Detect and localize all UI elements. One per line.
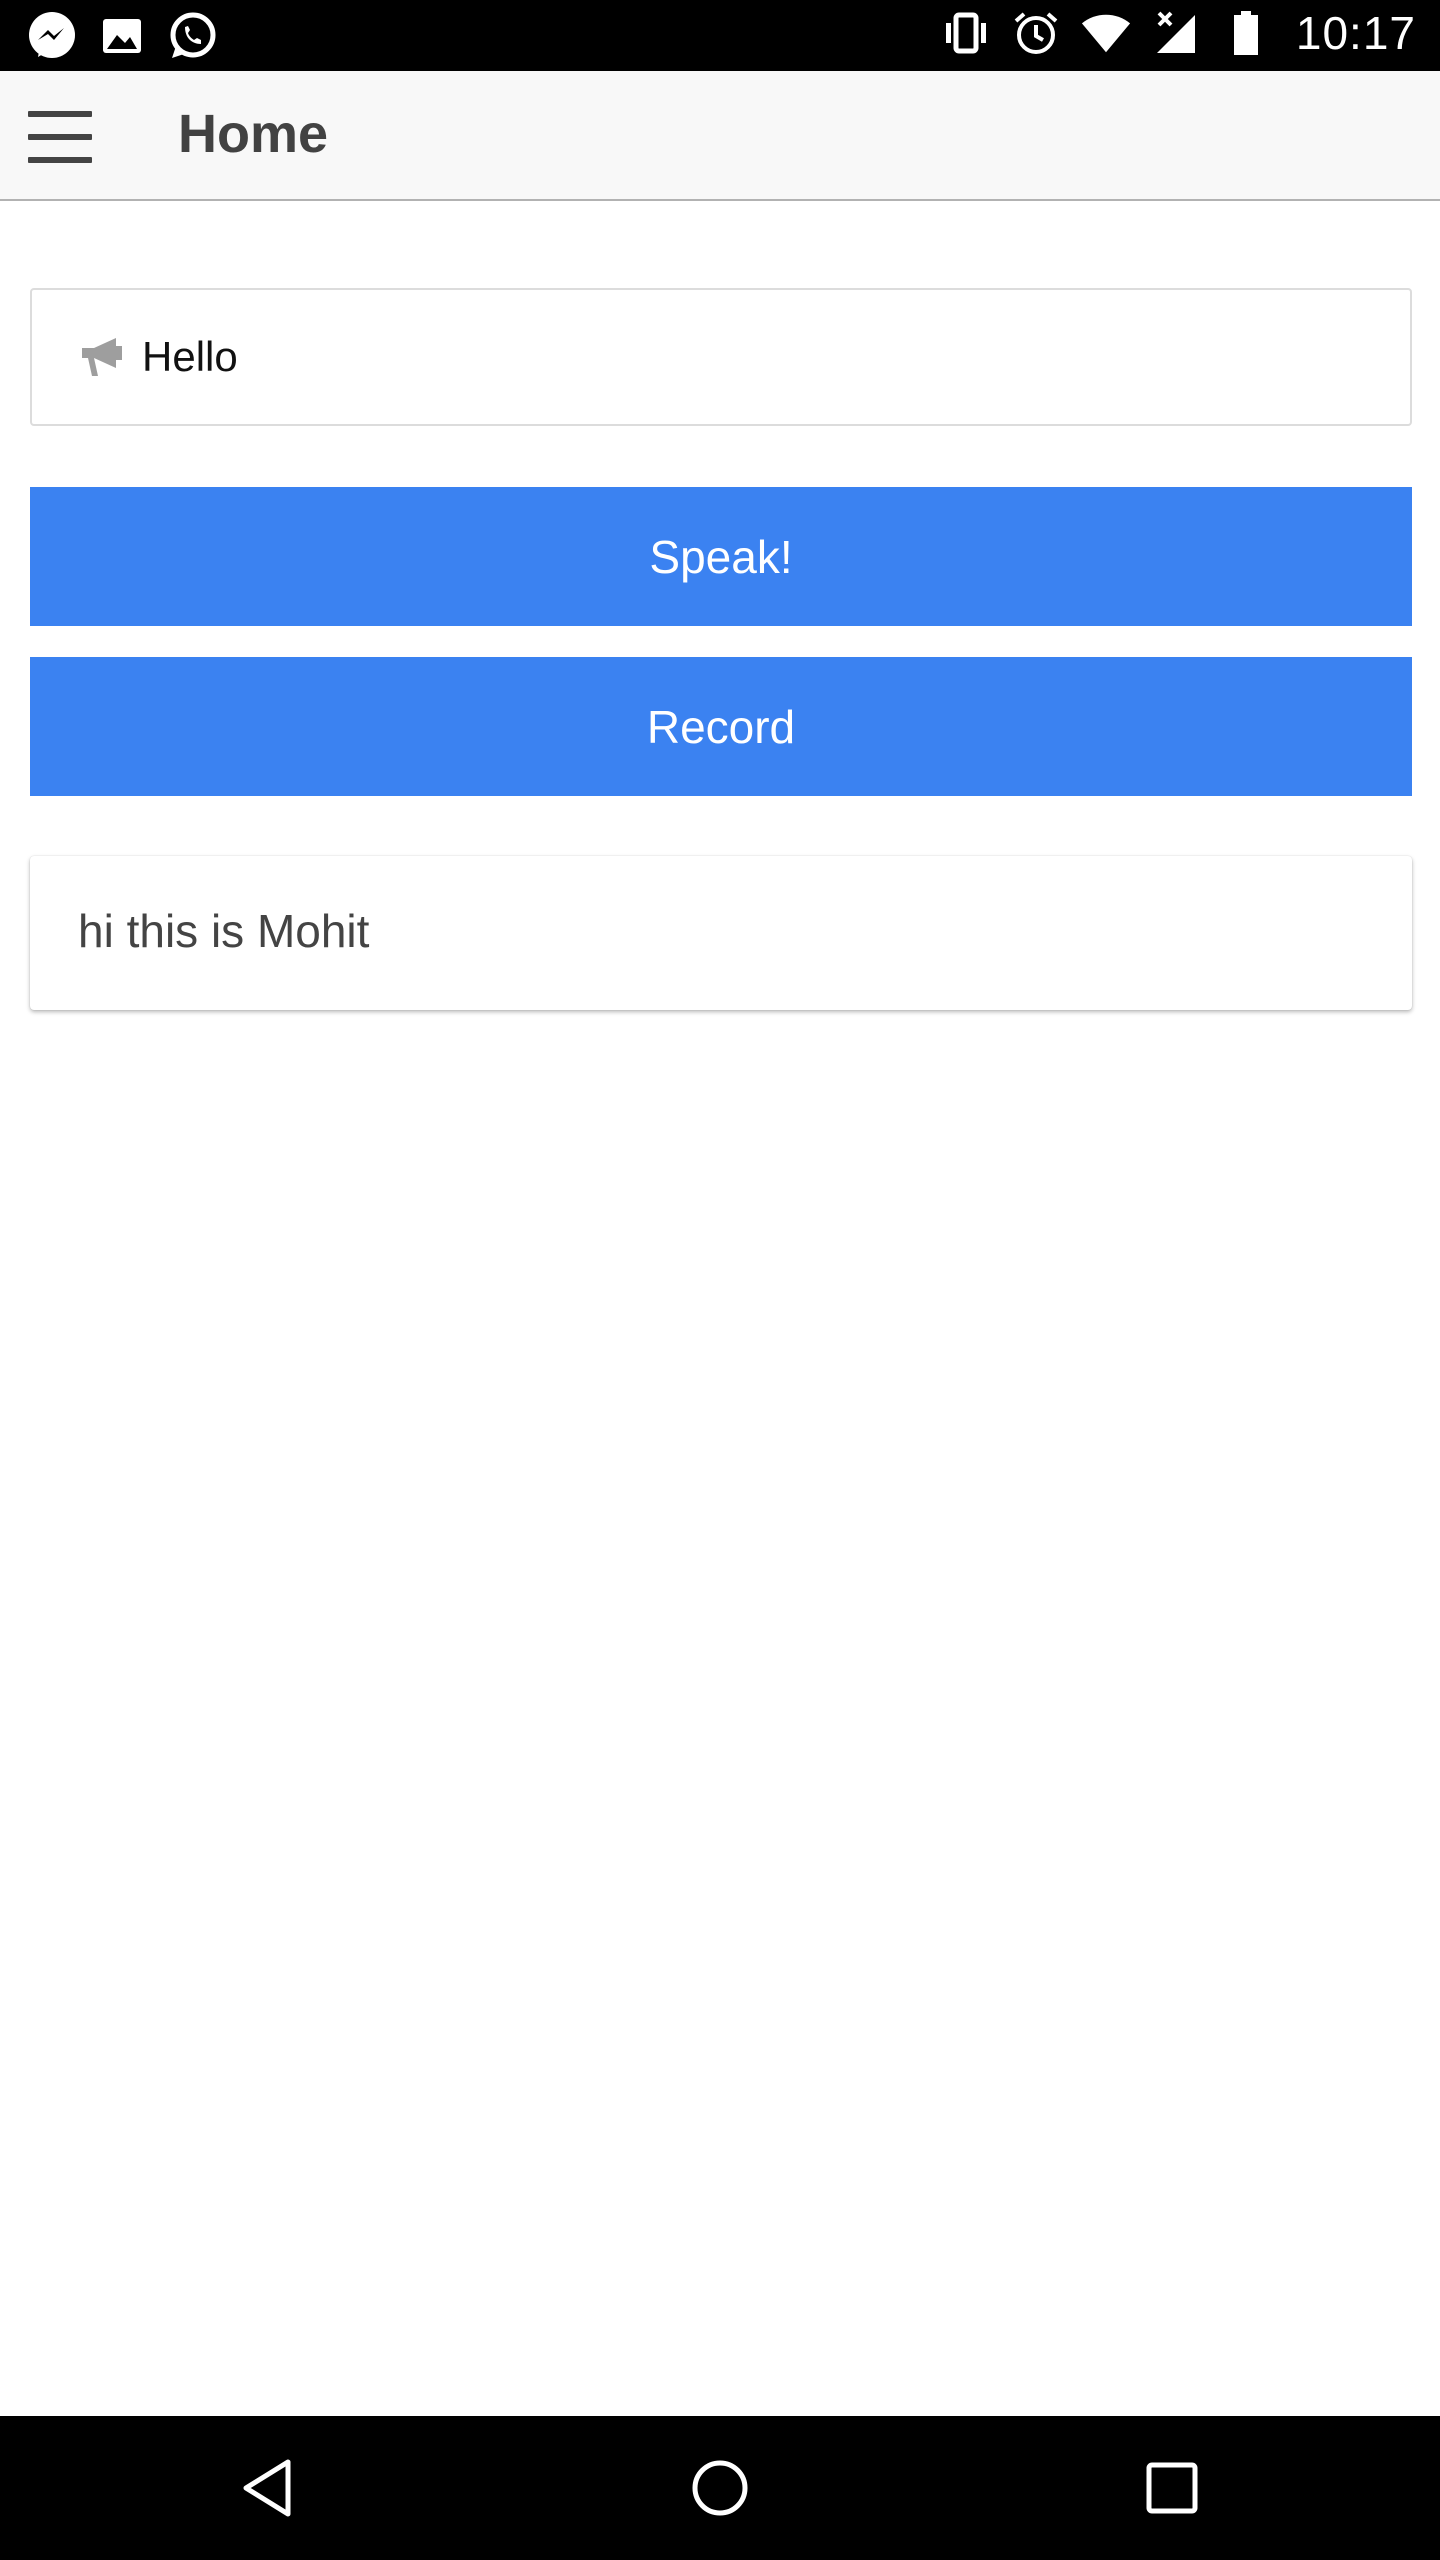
result-card: hi this is Mohit bbox=[30, 856, 1412, 1010]
status-notifications bbox=[26, 10, 218, 62]
clock: 10:17 bbox=[1295, 7, 1416, 59]
whatsapp-icon bbox=[166, 10, 218, 62]
megaphone-icon bbox=[78, 336, 128, 380]
record-button[interactable]: Record bbox=[30, 657, 1412, 796]
status-bar: 10:17 bbox=[0, 0, 1440, 71]
vibrate-icon bbox=[940, 7, 992, 59]
messenger-icon bbox=[26, 10, 78, 62]
hamburger-menu-icon[interactable] bbox=[28, 111, 92, 163]
signal-icon bbox=[1150, 7, 1202, 59]
alarm-icon bbox=[1010, 7, 1062, 59]
battery-icon bbox=[1220, 7, 1272, 59]
speak-button[interactable]: Speak! bbox=[30, 487, 1412, 626]
wifi-icon bbox=[1080, 7, 1132, 59]
app-bar: Home bbox=[0, 71, 1440, 201]
back-icon[interactable] bbox=[238, 2456, 302, 2520]
speech-text-field[interactable] bbox=[30, 288, 1412, 426]
speech-input[interactable] bbox=[142, 290, 1392, 424]
status-system: 10:17 bbox=[940, 6, 1416, 60]
navigation-bar bbox=[0, 2416, 1440, 2560]
recognized-text: hi this is Mohit bbox=[78, 905, 370, 957]
page-title: Home bbox=[178, 104, 329, 164]
home-icon[interactable] bbox=[688, 2456, 752, 2520]
gallery-icon bbox=[96, 10, 148, 62]
recents-icon[interactable] bbox=[1140, 2456, 1204, 2520]
